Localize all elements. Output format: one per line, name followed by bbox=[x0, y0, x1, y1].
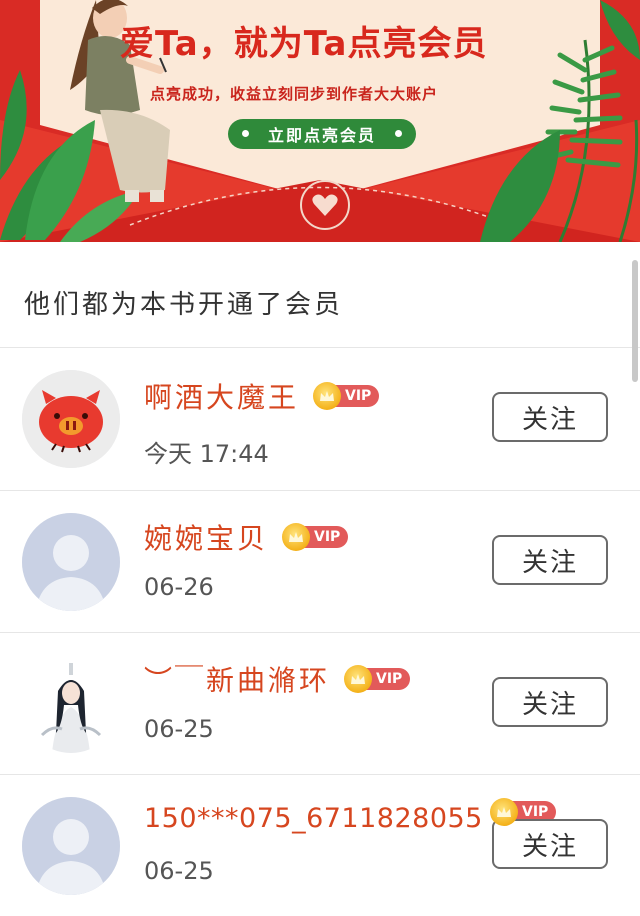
light-up-vip-button[interactable]: 立即点亮会员 bbox=[228, 119, 416, 149]
character-avatar-icon[interactable] bbox=[22, 655, 120, 753]
heart-seal-icon bbox=[300, 180, 350, 230]
light-up-vip-label: 立即点亮会员 bbox=[267, 126, 376, 145]
button-dot-right bbox=[395, 130, 402, 137]
open-time: 06-26 bbox=[144, 573, 214, 601]
vip-badge: VIP bbox=[313, 382, 380, 410]
member-row[interactable]: 婉婉宝贝 VIP 06-26 关注 bbox=[0, 491, 640, 632]
member-row[interactable]: 啊酒大魔王 VIP 今天 17:44 关注 bbox=[0, 348, 640, 489]
banner-title: 爱Ta，就为Ta点亮会员 bbox=[120, 24, 488, 64]
member-name[interactable]: 婉婉宝贝 bbox=[144, 517, 268, 557]
crown-icon bbox=[490, 798, 518, 826]
member-name[interactable]: ︶￣新曲滫环 bbox=[144, 659, 330, 699]
member-row[interactable]: ︶￣新曲滫环 VIP 06-25 关注 bbox=[0, 633, 640, 774]
open-time: 今天 17:44 bbox=[144, 440, 269, 468]
follow-button[interactable]: 关注 bbox=[492, 535, 608, 585]
vip-badge: VIP bbox=[344, 665, 411, 693]
follow-button[interactable]: 关注 bbox=[492, 677, 608, 727]
vip-badge: VIP bbox=[282, 523, 349, 551]
open-time: 06-25 bbox=[144, 715, 214, 743]
crown-icon bbox=[282, 523, 311, 551]
vip-banner[interactable]: 爱Ta，就为Ta点亮会员 点亮成功，收益立刻同步到作者大大账户 立即点亮会员 bbox=[0, 0, 640, 242]
button-dot-left bbox=[242, 130, 249, 137]
member-row[interactable]: 150***075_6711828055 VIP 06-25 关注 bbox=[0, 775, 640, 916]
banner-subtitle: 点亮成功，收益立刻同步到作者大大账户 bbox=[150, 85, 439, 103]
member-name[interactable]: 150***075_6711828055 bbox=[144, 803, 483, 834]
follow-button[interactable]: 关注 bbox=[492, 392, 608, 442]
member-name[interactable]: 啊酒大魔王 bbox=[144, 376, 299, 416]
crown-icon bbox=[344, 665, 373, 693]
avatar-pig-icon[interactable] bbox=[22, 370, 120, 468]
default-avatar-icon[interactable] bbox=[22, 513, 120, 611]
follow-button[interactable]: 关注 bbox=[492, 819, 608, 869]
crown-icon bbox=[313, 382, 342, 410]
section-title: 他们都为本书开通了会员 bbox=[24, 290, 344, 320]
default-avatar-icon[interactable] bbox=[22, 797, 120, 895]
open-time: 06-25 bbox=[144, 857, 214, 885]
